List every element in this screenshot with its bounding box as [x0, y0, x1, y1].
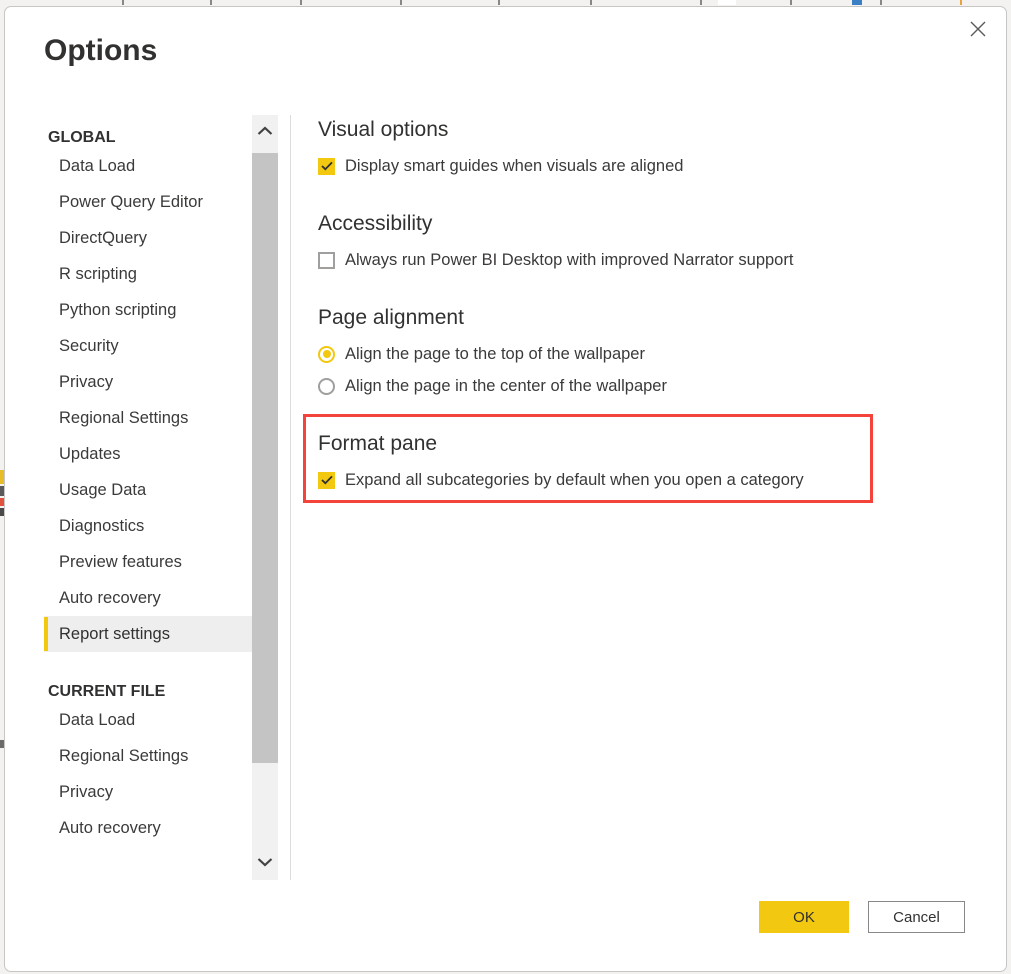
- sidebar-item-privacy[interactable]: Privacy: [44, 364, 252, 400]
- page-title: Options: [44, 34, 158, 67]
- background-fleck: [960, 0, 962, 5]
- content-divider: [290, 115, 291, 880]
- section-heading-visual-options: Visual options: [318, 118, 449, 141]
- close-icon: [968, 19, 988, 39]
- option-label-align-center: Align the page in the center of the wall…: [345, 376, 667, 395]
- scroll-down-button[interactable]: [252, 846, 278, 880]
- sidebar-item-current-data-load[interactable]: Data Load: [44, 702, 252, 738]
- background-fleck: [400, 0, 402, 5]
- options-dialog: Options GLOBAL Data Load Power Query Edi…: [4, 6, 1007, 972]
- chevron-up-icon: [257, 123, 273, 141]
- background-fleck: [300, 0, 302, 5]
- section-page-alignment: Page alignment Align the page to the top…: [318, 303, 958, 401]
- option-align-top[interactable]: Align the page to the top of the wallpap…: [318, 339, 958, 369]
- checkbox-display-smart-guides[interactable]: [318, 157, 335, 175]
- section-accessibility: Accessibility Always run Power BI Deskto…: [318, 209, 958, 275]
- dialog-footer: OK Cancel: [5, 879, 1006, 971]
- checkbox-narrator-support[interactable]: [318, 251, 335, 269]
- option-narrator-support[interactable]: Always run Power BI Desktop with improve…: [318, 245, 958, 275]
- background-fleck: [498, 0, 500, 5]
- checkbox-expand-subcategories[interactable]: [318, 471, 335, 489]
- section-heading-accessibility: Accessibility: [318, 212, 433, 235]
- cancel-button[interactable]: Cancel: [868, 901, 965, 933]
- sidebar-item-report-settings[interactable]: Report settings: [44, 616, 252, 652]
- scroll-up-button[interactable]: [252, 115, 278, 149]
- ok-button[interactable]: OK: [759, 901, 849, 933]
- section-heading-page-alignment: Page alignment: [318, 306, 464, 329]
- sidebar-item-current-regional-settings[interactable]: Regional Settings: [44, 738, 252, 774]
- section-visual-options: Visual options Display smart guides when…: [318, 115, 958, 181]
- sidebar-item-auto-recovery[interactable]: Auto recovery: [44, 580, 252, 616]
- sidebar-item-current-privacy[interactable]: Privacy: [44, 774, 252, 810]
- nav-group-header-global: GLOBAL: [48, 129, 116, 146]
- option-expand-subcategories[interactable]: Expand all subcategories by default when…: [318, 465, 958, 495]
- sidebar-item-r-scripting[interactable]: R scripting: [44, 256, 252, 292]
- sidebar-navigation: GLOBAL Data Load Power Query Editor Dire…: [44, 115, 252, 880]
- option-label-align-top: Align the page to the top of the wallpap…: [345, 344, 645, 363]
- sidebar-scrollbar[interactable]: [252, 115, 278, 880]
- chevron-down-icon: [257, 854, 273, 872]
- sidebar-item-data-load[interactable]: Data Load: [44, 148, 252, 184]
- option-label-expand-subcategories: Expand all subcategories by default when…: [345, 470, 804, 489]
- background-fleck: [700, 0, 702, 5]
- radio-align-center[interactable]: [318, 377, 335, 395]
- background-fleck: [880, 0, 882, 5]
- sidebar-item-current-auto-recovery[interactable]: Auto recovery: [44, 810, 252, 846]
- background-fleck: [718, 0, 736, 5]
- sidebar-item-directquery[interactable]: DirectQuery: [44, 220, 252, 256]
- sidebar-item-regional-settings[interactable]: Regional Settings: [44, 400, 252, 436]
- sidebar-item-power-query-editor[interactable]: Power Query Editor: [44, 184, 252, 220]
- sidebar-item-python-scripting[interactable]: Python scripting: [44, 292, 252, 328]
- close-button[interactable]: [956, 9, 1000, 49]
- option-align-center[interactable]: Align the page in the center of the wall…: [318, 371, 958, 401]
- settings-content: Visual options Display smart guides when…: [318, 115, 958, 495]
- sidebar-item-preview-features[interactable]: Preview features: [44, 544, 252, 580]
- sidebar-item-diagnostics[interactable]: Diagnostics: [44, 508, 252, 544]
- option-label-display-smart-guides: Display smart guides when visuals are al…: [345, 156, 684, 175]
- radio-align-top[interactable]: [318, 345, 335, 363]
- section-heading-format-pane: Format pane: [318, 432, 438, 455]
- sidebar-item-security[interactable]: Security: [44, 328, 252, 364]
- background-fleck: [790, 0, 792, 5]
- section-format-pane: Format pane Expand all subcategories by …: [318, 429, 958, 495]
- scrollbar-thumb[interactable]: [252, 153, 278, 763]
- sidebar-item-updates[interactable]: Updates: [44, 436, 252, 472]
- background-fleck: [590, 0, 592, 5]
- background-fleck: [122, 0, 124, 5]
- option-label-narrator-support: Always run Power BI Desktop with improve…: [345, 250, 794, 269]
- background-fleck: [210, 0, 212, 5]
- nav-group-header-current-file: CURRENT FILE: [48, 683, 166, 700]
- background-fleck: [852, 0, 862, 5]
- sidebar-item-usage-data[interactable]: Usage Data: [44, 472, 252, 508]
- option-display-smart-guides[interactable]: Display smart guides when visuals are al…: [318, 151, 958, 181]
